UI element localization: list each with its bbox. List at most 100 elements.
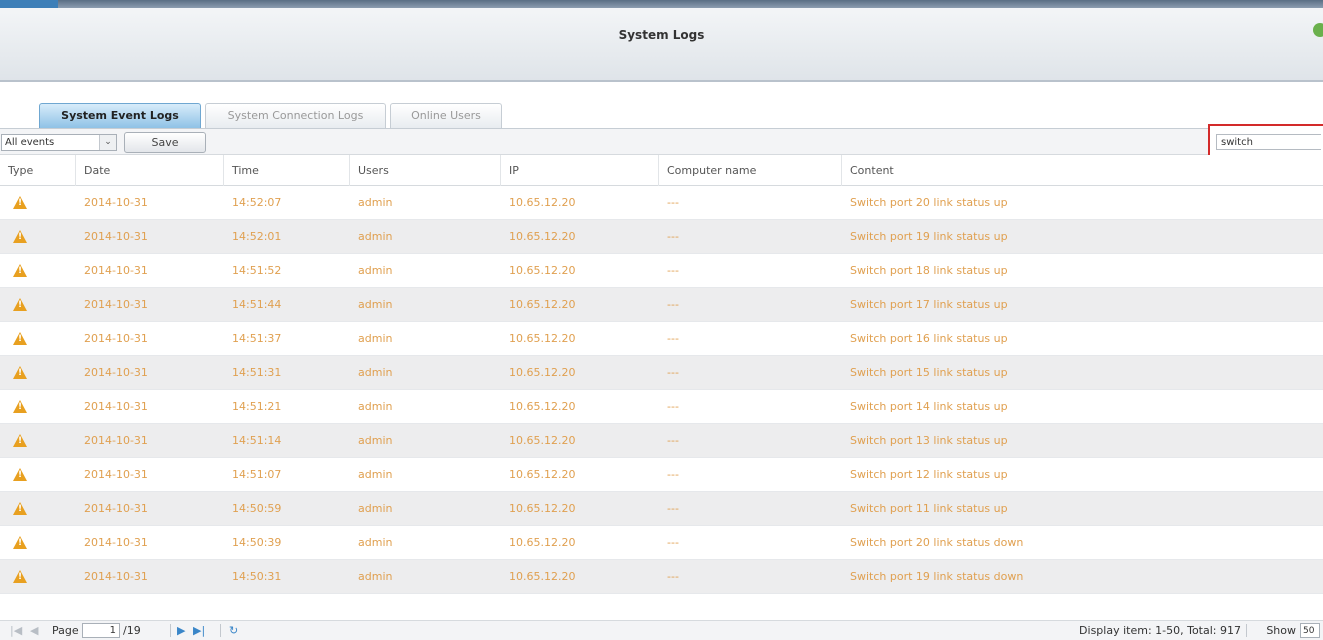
top-strip-active-mark [0, 0, 58, 8]
prev-page-icon[interactable]: ◀ [30, 624, 38, 637]
time-cell: 14:50:59 [232, 502, 282, 515]
ip-cell: 10.65.12.20 [509, 332, 576, 345]
save-button[interactable]: Save [124, 132, 206, 153]
computer-name-cell: --- [667, 468, 679, 481]
content-cell: Switch port 14 link status up [850, 400, 1008, 413]
table-row[interactable]: 2014-10-31 14:51:14 admin 10.65.12.20 --- Swi… [0, 424, 1323, 458]
time-cell: 14:51:14 [232, 434, 282, 447]
user-cell: admin [358, 230, 393, 243]
toolbar: All events ⌄ Save [0, 129, 1323, 155]
ip-cell: 10.65.12.20 [509, 230, 576, 243]
tab-system-connection-logs[interactable]: System Connection Logs [205, 103, 386, 128]
column-header-ip[interactable]: IP [501, 154, 659, 186]
user-cell: admin [358, 468, 393, 481]
date-cell: 2014-10-31 [84, 536, 148, 549]
warning-icon [13, 230, 27, 244]
table-row[interactable]: 2014-10-31 14:51:21 admin 10.65.12.20 --- Swi… [0, 390, 1323, 424]
table-row[interactable]: 2014-10-31 14:51:52 admin 10.65.12.20 --- Swi… [0, 254, 1323, 288]
warning-icon [13, 468, 27, 482]
time-cell: 14:51:07 [232, 468, 282, 481]
type-cell [0, 570, 76, 584]
event-filter-select[interactable]: All events ⌄ [1, 134, 117, 151]
chevron-down-icon[interactable]: ⌄ [99, 135, 116, 150]
computer-name-cell: --- [667, 230, 679, 243]
page-size-input[interactable] [1300, 623, 1320, 638]
column-header-date[interactable]: Date [76, 154, 224, 186]
total-pages: /19 [123, 624, 141, 637]
display-info: Display item: 1-50, Total: 917 [1079, 624, 1241, 637]
column-header-content[interactable]: Content [842, 155, 1323, 186]
content-cell: Switch port 11 link status up [850, 502, 1008, 515]
date-cell: 2014-10-31 [84, 502, 148, 515]
table-row[interactable]: 2014-10-31 14:51:31 admin 10.65.12.20 --- Swi… [0, 356, 1323, 390]
page-title: System Logs [618, 28, 705, 42]
user-cell: admin [358, 400, 393, 413]
column-header-type[interactable]: Type [0, 154, 76, 186]
content-cell: Switch port 16 link status up [850, 332, 1008, 345]
log-tabs: System Event Logs System Connection Logs… [39, 103, 506, 128]
ip-cell: 10.65.12.20 [509, 468, 576, 481]
date-cell: 2014-10-31 [84, 264, 148, 277]
column-header-users[interactable]: Users [350, 154, 501, 186]
pagination-separator [220, 624, 221, 637]
warning-icon [13, 332, 27, 346]
refresh-icon[interactable]: ↻ [229, 624, 238, 637]
help-icon[interactable] [1313, 23, 1323, 37]
table-header: Type Date Time Users IP Computer name Co… [0, 154, 1323, 186]
tab-system-event-logs[interactable]: System Event Logs [39, 103, 201, 128]
title-bar: System Logs [0, 8, 1323, 82]
table-row[interactable]: 2014-10-31 14:50:31 admin 10.65.12.20 --- Swi… [0, 560, 1323, 594]
type-cell [0, 400, 76, 414]
user-cell: admin [358, 570, 393, 583]
time-cell: 14:51:44 [232, 298, 282, 311]
table-body: 2014-10-31 14:52:07 admin 10.65.12.20 --- Swi… [0, 186, 1323, 594]
date-cell: 2014-10-31 [84, 230, 148, 243]
content-cell: Switch port 18 link status up [850, 264, 1008, 277]
table-row[interactable]: 2014-10-31 14:51:07 admin 10.65.12.20 --- Swi… [0, 458, 1323, 492]
type-cell [0, 196, 76, 210]
tab-online-users[interactable]: Online Users [390, 103, 502, 128]
table-row[interactable]: 2014-10-31 14:50:59 admin 10.65.12.20 --- Swi… [0, 492, 1323, 526]
event-filter-value: All events [5, 137, 55, 148]
content-cell: Switch port 19 link status down [850, 570, 1024, 583]
user-cell: admin [358, 434, 393, 447]
computer-name-cell: --- [667, 298, 679, 311]
time-cell: 14:52:07 [232, 196, 282, 209]
date-cell: 2014-10-31 [84, 196, 148, 209]
computer-name-cell: --- [667, 366, 679, 379]
table-row[interactable]: 2014-10-31 14:50:39 admin 10.65.12.20 --- Swi… [0, 526, 1323, 560]
time-cell: 14:51:37 [232, 332, 282, 345]
time-cell: 14:51:52 [232, 264, 282, 277]
type-cell [0, 502, 76, 516]
content-cell: Switch port 17 link status up [850, 298, 1008, 311]
page-number-input[interactable] [82, 623, 120, 638]
content-cell: Switch port 13 link status up [850, 434, 1008, 447]
table-row[interactable]: 2014-10-31 14:52:01 admin 10.65.12.20 --- Swi… [0, 220, 1323, 254]
time-cell: 14:51:21 [232, 400, 282, 413]
table-row[interactable]: 2014-10-31 14:51:37 admin 10.65.12.20 --- Swi… [0, 322, 1323, 356]
ip-cell: 10.65.12.20 [509, 536, 576, 549]
type-cell [0, 332, 76, 346]
time-cell: 14:50:31 [232, 570, 282, 583]
column-header-time[interactable]: Time [224, 154, 350, 186]
table-row[interactable]: 2014-10-31 14:52:07 admin 10.65.12.20 --- Swi… [0, 186, 1323, 220]
time-cell: 14:51:31 [232, 366, 282, 379]
ip-cell: 10.65.12.20 [509, 434, 576, 447]
time-cell: 14:52:01 [232, 230, 282, 243]
user-cell: admin [358, 196, 393, 209]
search-input[interactable] [1216, 134, 1321, 150]
first-page-icon[interactable]: |◀ [10, 624, 22, 637]
last-page-icon[interactable]: ▶| [193, 624, 205, 637]
user-cell: admin [358, 502, 393, 515]
user-cell: admin [358, 366, 393, 379]
column-header-computer-name[interactable]: Computer name [659, 154, 842, 186]
next-page-icon[interactable]: ▶ [177, 624, 185, 637]
date-cell: 2014-10-31 [84, 468, 148, 481]
content-cell: Switch port 19 link status up [850, 230, 1008, 243]
computer-name-cell: --- [667, 332, 679, 345]
computer-name-cell: --- [667, 434, 679, 447]
computer-name-cell: --- [667, 400, 679, 413]
table-row[interactable]: 2014-10-31 14:51:44 admin 10.65.12.20 --- Swi… [0, 288, 1323, 322]
ip-cell: 10.65.12.20 [509, 570, 576, 583]
warning-icon [13, 366, 27, 380]
